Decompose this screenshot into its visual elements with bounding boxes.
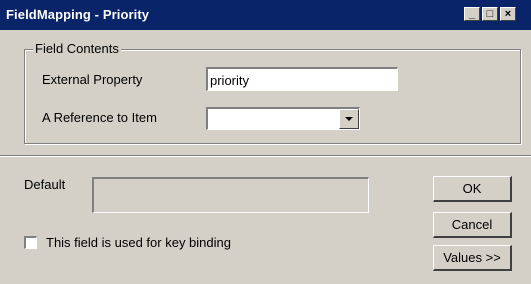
external-property-label: External Property [42,72,143,87]
chevron-down-icon[interactable] [339,109,359,129]
cancel-button[interactable]: Cancel [433,212,512,238]
values-button[interactable]: Values >> [433,245,512,271]
minimize-icon[interactable]: _ [464,7,480,21]
title-bar[interactable]: FieldMapping - Priority _ □ × [0,0,531,30]
key-binding-checkbox[interactable] [24,236,37,249]
default-field[interactable] [92,177,369,213]
reference-to-item-label: A Reference to Item [42,110,157,125]
reference-to-item-dropdown[interactable] [206,107,360,130]
close-icon[interactable]: × [500,7,516,21]
default-label: Default [24,177,66,192]
maximize-icon[interactable]: □ [482,7,498,21]
fieldmapping-dialog: FieldMapping - Priority _ □ × Field Cont… [0,0,531,284]
external-property-input[interactable]: priority [206,67,398,91]
window-title: FieldMapping - Priority [6,7,150,22]
separator [0,155,531,157]
field-contents-legend: Field Contents [33,41,121,56]
key-binding-label[interactable]: This field is used for key binding [46,235,231,250]
ok-button[interactable]: OK [433,176,512,202]
